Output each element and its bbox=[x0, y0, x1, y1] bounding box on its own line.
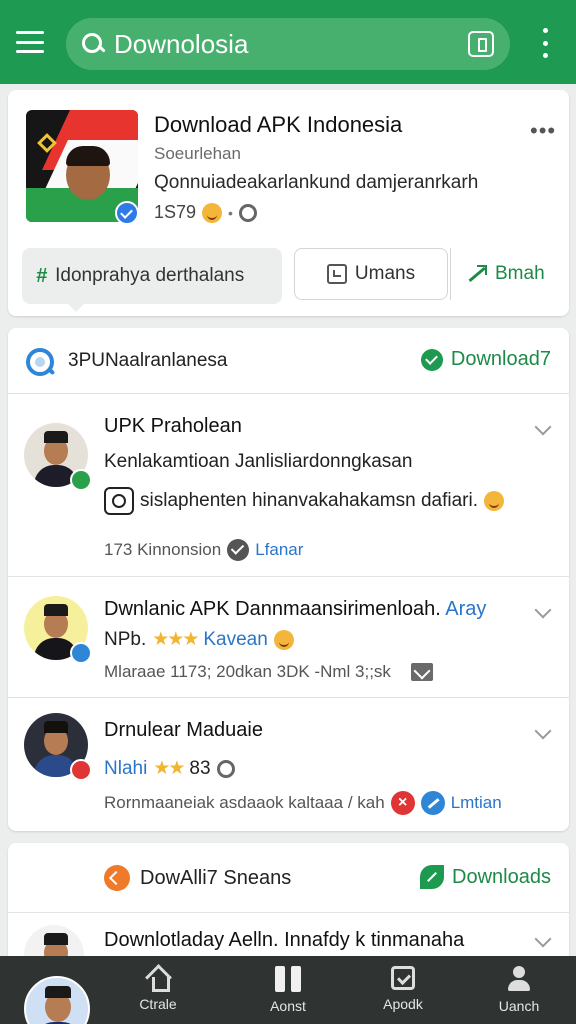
nav-item-apodk[interactable]: Apodk bbox=[358, 966, 448, 1022]
tab-idonprahya[interactable]: # Idonprahya derthalans bbox=[22, 248, 282, 312]
downloads-item-title[interactable]: Downlotladay Aelln. Innafdy k tinmanaha bbox=[104, 929, 464, 952]
rating-stars: ★★★ bbox=[152, 629, 199, 650]
chevron-down-icon[interactable] bbox=[534, 722, 552, 740]
item-link[interactable]: Kavean bbox=[203, 629, 267, 651]
scan-icon[interactable] bbox=[468, 31, 494, 57]
nav-item-uanch[interactable]: Uanch bbox=[474, 966, 564, 1022]
item-line: NPb. ★★★ Kavean bbox=[104, 628, 294, 651]
item-meta: Mlaraae 1173; 20dkan 3DK -Nml 3;;sk bbox=[104, 662, 433, 682]
emoji-icon bbox=[202, 202, 223, 223]
item-line-value: 83 bbox=[189, 757, 211, 779]
list-item[interactable]: Dwnlanic APK Dannmaansirimenloah. Aray N… bbox=[8, 578, 569, 698]
item-title-link[interactable]: Aray bbox=[445, 598, 486, 620]
section-header: 3PUNaalranlanesa Download7 bbox=[8, 328, 569, 394]
app-meta: 1S79 • bbox=[154, 202, 257, 223]
item-link[interactable]: Nlahi bbox=[104, 758, 147, 780]
trending-arrow-icon bbox=[465, 263, 487, 285]
item-line: Kenlakamtioan Janlisliardonngkasan bbox=[104, 451, 412, 473]
search-input[interactable]: Downolosia bbox=[114, 29, 468, 60]
chevron-down-icon[interactable] bbox=[534, 418, 552, 436]
bottom-navigation: Ctrale Aonst Apodk Uanch bbox=[0, 956, 576, 1024]
user-icon bbox=[507, 966, 531, 992]
status-badge-icon bbox=[70, 642, 92, 664]
chevron-down-icon[interactable] bbox=[534, 930, 552, 948]
downloads-button[interactable]: Downloads bbox=[420, 865, 551, 889]
item-title: Dwnlanic APK Dannmaansirimenloah. bbox=[104, 598, 441, 620]
hamburger-menu-icon[interactable] bbox=[14, 26, 46, 58]
dot-separator: • bbox=[228, 204, 233, 221]
app-subtitle: Soeurlehan bbox=[154, 144, 241, 163]
list-card: 3PUNaalranlanesa Download7 UPK Praholean… bbox=[8, 328, 569, 831]
download-badge-icon bbox=[104, 865, 130, 891]
item-meta: 173 Kinnonsion Lfanar bbox=[104, 539, 303, 561]
item-title: Drnulear Maduaie bbox=[104, 719, 263, 741]
status-badge-icon bbox=[70, 469, 92, 491]
tab-umans[interactable]: Umans bbox=[294, 248, 448, 300]
nav-item-aonst[interactable]: Aonst bbox=[243, 966, 333, 1022]
pause-icon bbox=[275, 966, 301, 992]
gift-icon bbox=[391, 966, 415, 990]
item-meta-text: Mlaraae 1173; 20dkan 3DK -Nml 3;;sk bbox=[104, 662, 391, 681]
item-meta: Rornmaaneiak asdaaok kaltaaa / kah × Lmt… bbox=[104, 791, 502, 815]
box-icon bbox=[326, 264, 347, 284]
item-title-row: Dwnlanic APK Dannmaansirimenloah. Aray bbox=[104, 598, 486, 621]
download-action-button[interactable]: Download7 bbox=[420, 348, 551, 371]
item-link[interactable]: Lmtian bbox=[451, 793, 502, 813]
item-meta-text: 173 Kinnonsion bbox=[104, 540, 222, 559]
status-badge-icon bbox=[70, 759, 92, 781]
section-title: 3PUNaalranlanesa bbox=[68, 350, 228, 371]
rating-stars: ★★ bbox=[153, 758, 185, 779]
emoji-icon bbox=[273, 629, 294, 650]
app-more-icon[interactable]: ••• bbox=[530, 118, 556, 144]
nav-label: Uanch bbox=[498, 998, 540, 1014]
item-line: sislaphenten hinanvakahakamsn dafiari. bbox=[104, 487, 504, 515]
check-circle-icon bbox=[420, 348, 443, 371]
nav-label: Ctrale bbox=[139, 996, 177, 1012]
tab-label: Idonprahya derthalans bbox=[55, 265, 245, 286]
mail-icon[interactable] bbox=[410, 663, 433, 681]
more-options-icon[interactable] bbox=[538, 28, 552, 58]
camera-icon bbox=[104, 487, 134, 515]
chevron-down-icon[interactable] bbox=[534, 601, 552, 619]
app-card: Download APK Indonesia Soeurlehan Qonnui… bbox=[8, 90, 569, 316]
item-line-prefix: NPb. bbox=[104, 628, 147, 650]
item-link[interactable]: Lfanar bbox=[255, 540, 303, 560]
downloads-button-label: Downloads bbox=[452, 865, 551, 888]
item-line: Nlahi ★★ 83 bbox=[104, 757, 235, 780]
downloads-header: DowAlli7 Sneans Downloads bbox=[8, 843, 569, 913]
tab-label: Bmah bbox=[495, 263, 545, 284]
search-icon bbox=[80, 31, 106, 57]
download-action-label: Download7 bbox=[450, 348, 551, 370]
list-item[interactable]: Drnulear Maduaie Nlahi ★★ 83 Rornmaaneia… bbox=[8, 699, 569, 831]
search-badge-icon bbox=[26, 348, 54, 376]
item-line-text: Kenlakamtioan Janlisliardonngkasan bbox=[104, 451, 413, 472]
item-meta-text: Rornmaaneiak asdaaok kaltaaa / kah bbox=[104, 793, 385, 812]
verified-check-icon bbox=[115, 201, 139, 225]
trend-icon: # bbox=[36, 264, 48, 287]
leaf-icon bbox=[420, 865, 445, 889]
nav-label: Aonst bbox=[270, 998, 306, 1014]
item-title: UPK Praholean bbox=[104, 415, 242, 437]
downloads-title: DowAlli7 Sneans bbox=[140, 867, 292, 889]
app-description: Qonnuiadeakarlankund damjeranrkarh bbox=[154, 172, 479, 193]
app-count: 1S79 bbox=[154, 202, 197, 222]
close-icon[interactable]: × bbox=[390, 791, 415, 815]
home-icon bbox=[146, 966, 170, 992]
ring-icon bbox=[238, 203, 257, 222]
emoji-icon bbox=[484, 491, 504, 511]
top-app-bar: Downolosia bbox=[0, 0, 576, 84]
ring-icon bbox=[216, 759, 235, 778]
nav-item-ctrale[interactable]: Ctrale bbox=[113, 966, 203, 1022]
nav-label: Apodk bbox=[383, 996, 423, 1012]
tab-label: Umans bbox=[354, 263, 416, 284]
verified-icon bbox=[227, 539, 250, 561]
list-item[interactable]: UPK Praholean Kenlakamtioan Janlisliardo… bbox=[8, 395, 569, 577]
link-icon[interactable] bbox=[420, 791, 445, 815]
item-line-text: sislaphenten hinanvakahakamsn dafiari. bbox=[140, 490, 478, 511]
profile-avatar[interactable] bbox=[24, 976, 90, 1024]
tab-bmah[interactable]: Bmah bbox=[450, 248, 569, 300]
search-bar[interactable]: Downolosia bbox=[66, 18, 510, 70]
app-title[interactable]: Download APK Indonesia bbox=[154, 112, 402, 138]
